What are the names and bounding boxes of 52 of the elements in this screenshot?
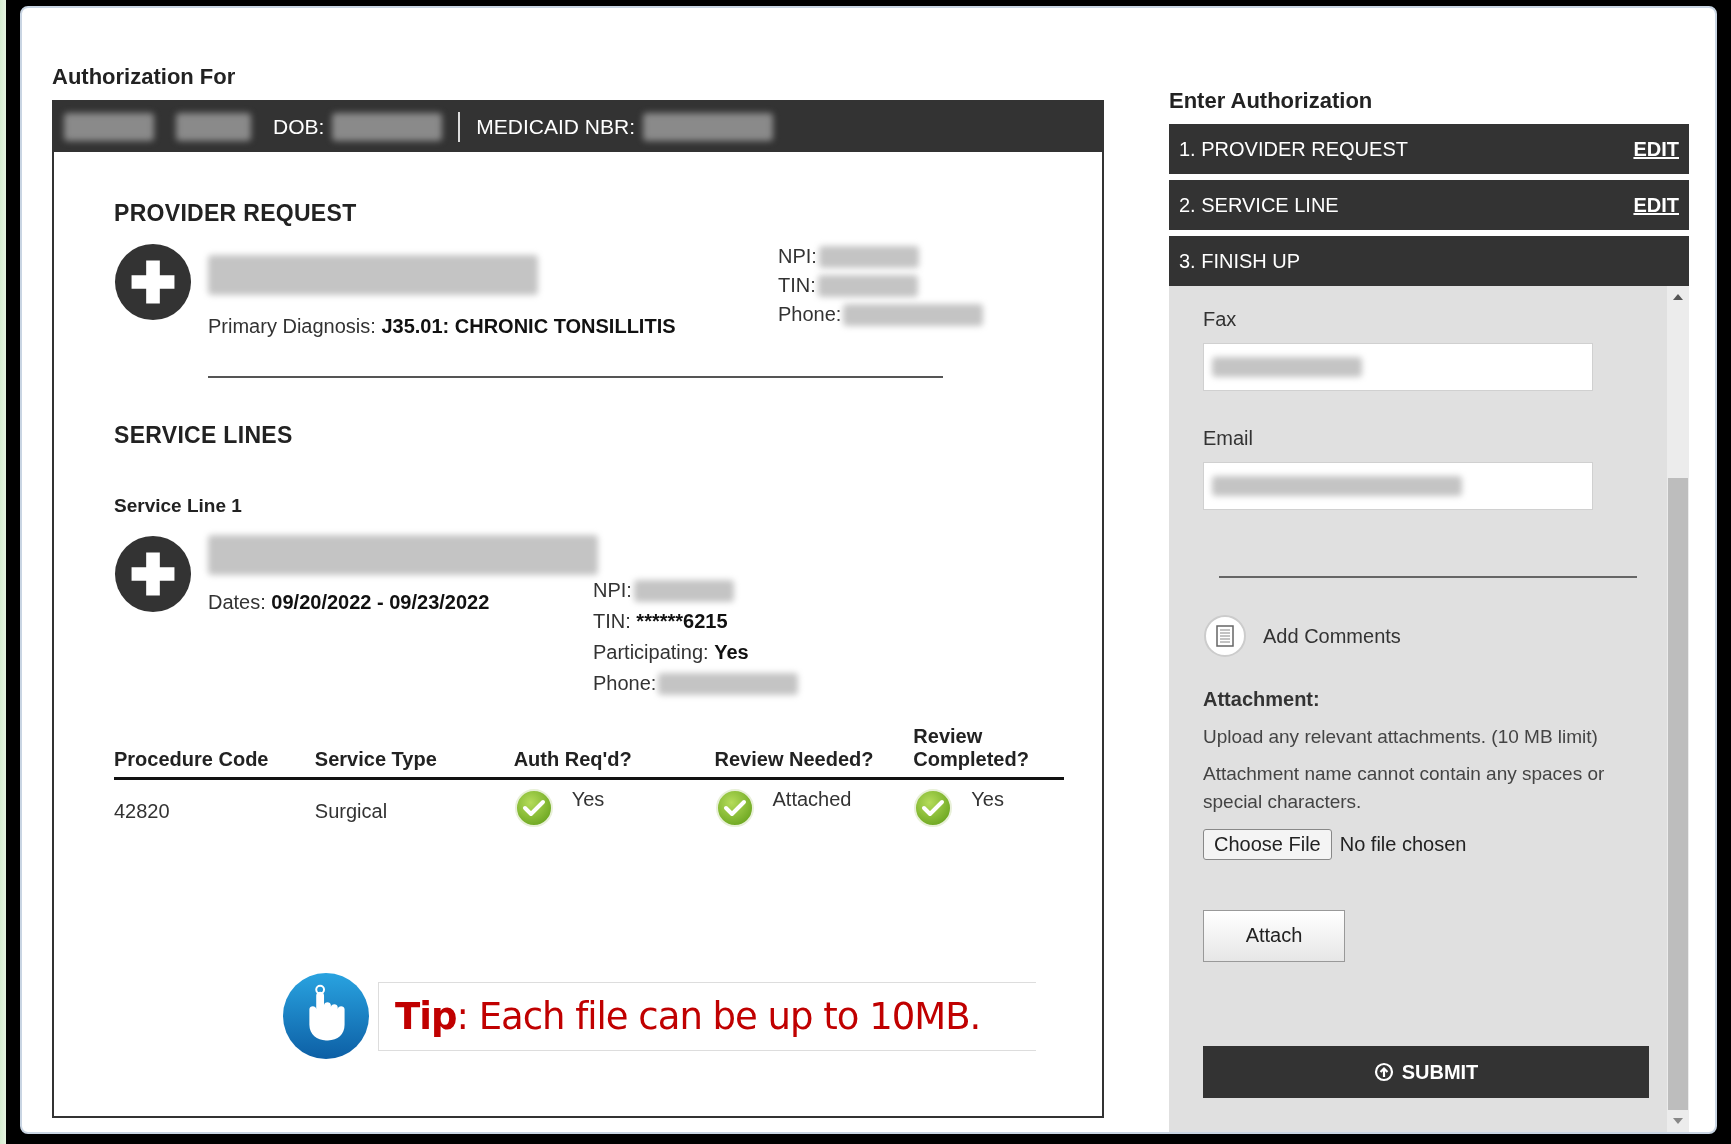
table-cell: Yes xyxy=(971,788,1004,811)
phone-label: Phone: xyxy=(593,672,657,695)
table-cell: Attached xyxy=(772,788,852,811)
submit-button[interactable]: SUBMIT xyxy=(1203,1046,1649,1098)
add-comments-link[interactable]: Add Comments xyxy=(1263,624,1401,648)
section-heading: PROVIDER REQUEST xyxy=(114,200,358,227)
section-heading: SERVICE LINES xyxy=(114,422,294,449)
fax-field[interactable] xyxy=(1203,343,1593,391)
file-status-text: No file chosen xyxy=(1339,832,1467,856)
accordion-header[interactable]: 1. PROVIDER REQUEST EDIT xyxy=(1169,124,1689,174)
npi-label: NPI: xyxy=(593,579,632,602)
email-field[interactable] xyxy=(1203,462,1593,510)
phone-label: Phone: xyxy=(778,303,842,326)
hand-icon xyxy=(282,972,370,1060)
upload-hint: Upload any relevant attachments. (10 MB limit) xyxy=(1203,725,1599,749)
attach-button[interactable]: Attach xyxy=(1203,909,1345,962)
edit-link[interactable]: EDIT xyxy=(1633,137,1679,161)
edit-link[interactable]: EDIT xyxy=(1633,193,1679,217)
tip-callout: Tip: Each file can be up to 10MB. xyxy=(378,981,1037,1051)
table-cell: 42820 xyxy=(114,800,170,823)
column-header: Auth Req'd? xyxy=(513,748,632,770)
npi-label: NPI: xyxy=(778,245,817,268)
table-cell: Yes xyxy=(571,788,605,811)
diagnosis-text: Primary Diagnosis: J35.01: CHRONIC TONSILLITIS xyxy=(208,315,677,338)
participating-text: Participating: Yes xyxy=(593,641,750,664)
column-header: Service Type xyxy=(314,748,437,770)
accordion-header[interactable]: 2. SERVICE LINE EDIT xyxy=(1169,180,1689,230)
attachment-heading: Attachment: xyxy=(1203,688,1321,711)
table-cell: Surgical xyxy=(314,800,388,823)
column-header: Procedure Code xyxy=(114,748,269,770)
service-line-title: Service Line 1 xyxy=(114,495,243,517)
attachment-name-hint: Attachment name cannot contain any spaces or special characters. xyxy=(1203,761,1606,814)
section-title: Authorization For xyxy=(52,64,237,90)
scrollbar[interactable] xyxy=(1667,286,1689,1132)
section-title: Enter Authorization xyxy=(1169,88,1374,114)
fax-label: Fax xyxy=(1203,308,1238,331)
document-icon[interactable] xyxy=(1203,614,1247,658)
column-header: Review Completed? xyxy=(913,725,1029,770)
tin-label: TIN: xyxy=(778,274,816,297)
scroll-up-icon[interactable] xyxy=(1672,293,1684,301)
dob-label: DOB: xyxy=(273,115,325,139)
accordion-header[interactable]: 3. FINISH UP xyxy=(1169,236,1689,286)
plus-icon xyxy=(114,243,192,321)
column-header: Review Needed? xyxy=(714,748,874,770)
dates-text: Dates: 09/20/2022 - 09/23/2022 xyxy=(208,591,491,615)
email-label: Email xyxy=(1203,427,1254,450)
medicaid-label: MEDICAID NBR: xyxy=(476,115,636,139)
tin-text: TIN: ******6215 xyxy=(593,610,729,633)
arrow-up-icon xyxy=(1373,1062,1394,1082)
scroll-down-icon[interactable] xyxy=(1672,1117,1684,1125)
plus-icon xyxy=(114,535,192,613)
choose-file-button[interactable]: Choose File xyxy=(1203,828,1332,860)
